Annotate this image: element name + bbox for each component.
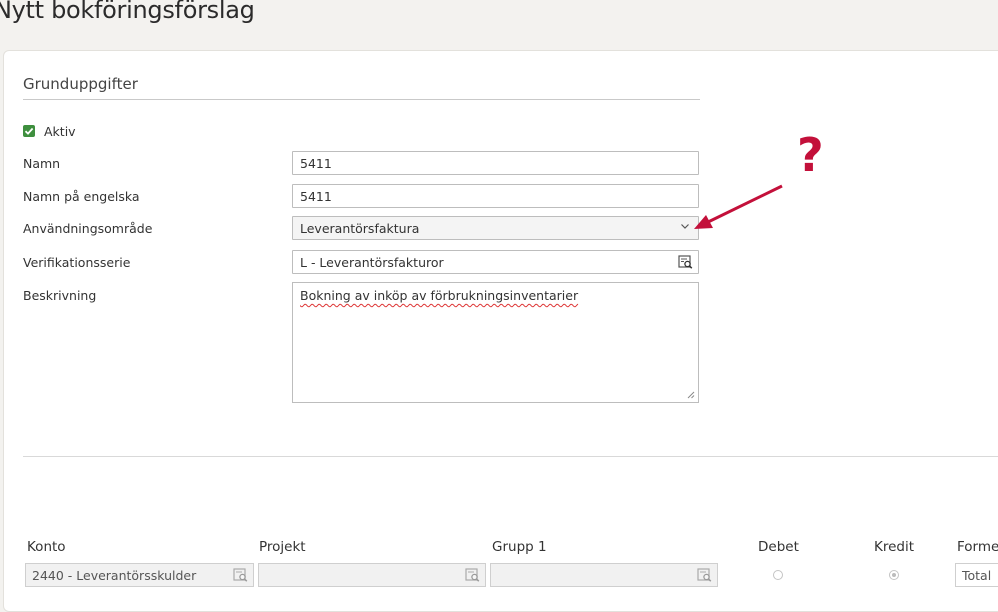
anvandningsomrade-label: Användningsområde xyxy=(23,221,153,236)
anvandningsomrade-select[interactable]: Leverantörsfaktura xyxy=(292,216,699,240)
beskrivning-value: Bokning av inköp av förbrukningsinventar… xyxy=(300,288,579,303)
column-header-formel: Forme xyxy=(957,539,998,555)
konto-input[interactable]: 2440 - Leverantörsskulder xyxy=(25,563,254,587)
namn-engelska-value: 5411 xyxy=(300,189,332,204)
aktiv-checkbox[interactable] xyxy=(23,125,35,137)
column-header-kredit: Kredit xyxy=(874,539,915,555)
resize-grip-icon[interactable] xyxy=(687,391,695,399)
debet-radio[interactable] xyxy=(773,570,783,580)
projekt-input[interactable] xyxy=(258,563,486,587)
namn-engelska-label: Namn på engelska xyxy=(23,189,140,204)
aktiv-label: Aktiv xyxy=(44,124,76,139)
section-divider xyxy=(23,99,700,100)
column-header-projekt: Projekt xyxy=(259,539,306,555)
verifikationsserie-input[interactable]: L - Leverantörsfakturor xyxy=(292,250,699,274)
chevron-down-icon xyxy=(680,220,690,235)
arrow-annotation-icon xyxy=(694,184,783,229)
lookup-search-icon[interactable] xyxy=(465,568,480,582)
section-title: Grunduppgifter xyxy=(23,75,138,93)
question-mark-annotation: ? xyxy=(797,128,824,182)
namn-engelska-input[interactable]: 5411 xyxy=(292,184,699,208)
grupp-input[interactable] xyxy=(490,563,718,587)
verifikationsserie-value: L - Leverantörsfakturor xyxy=(300,255,444,270)
verifikationsserie-label: Verifikationsserie xyxy=(23,255,131,270)
kredit-radio[interactable] xyxy=(889,570,899,580)
namn-value: 5411 xyxy=(300,156,332,171)
anvandningsomrade-value: Leverantörsfaktura xyxy=(300,221,420,236)
lookup-search-icon[interactable] xyxy=(678,255,693,269)
section-divider-bottom xyxy=(23,456,998,457)
lookup-search-icon[interactable] xyxy=(697,568,712,582)
beskrivning-label: Beskrivning xyxy=(23,288,97,303)
namn-label: Namn xyxy=(23,156,61,171)
namn-input[interactable]: 5411 xyxy=(292,151,699,175)
konto-value: 2440 - Leverantörsskulder xyxy=(32,568,197,583)
lookup-search-icon[interactable] xyxy=(233,568,248,582)
formel-value: Total xyxy=(962,568,992,583)
check-icon xyxy=(24,127,34,135)
formel-select[interactable]: Total xyxy=(955,563,998,587)
column-header-grupp: Grupp 1 xyxy=(492,539,547,555)
beskrivning-textarea[interactable]: Bokning av inköp av förbrukningsinventar… xyxy=(292,282,699,403)
column-header-debet: Debet xyxy=(758,539,799,555)
page-title: Nytt bokföringsförslag xyxy=(0,0,255,24)
column-header-konto: Konto xyxy=(27,539,66,555)
